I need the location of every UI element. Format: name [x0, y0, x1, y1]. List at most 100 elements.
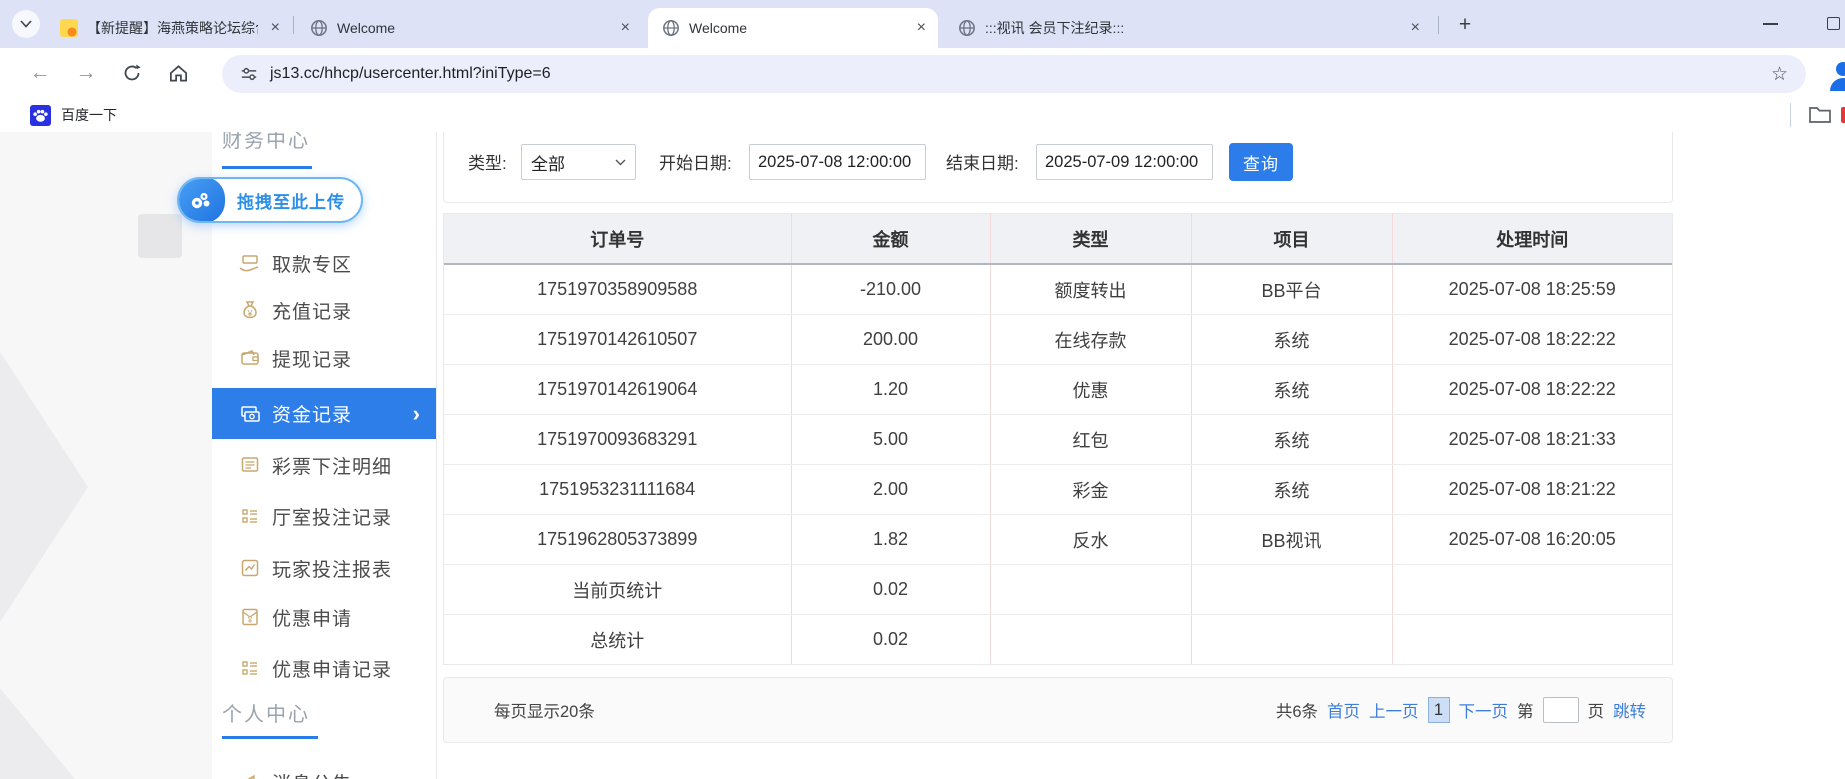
window-maximize-button[interactable]: [1827, 17, 1840, 30]
sidebar-item-player-bet-report[interactable]: 玩家投注报表: [212, 543, 436, 593]
cell-order-no: 1751970093683291: [444, 415, 791, 465]
sidebar-item-hall-bet-records[interactable]: 厅室投注记录: [212, 491, 436, 541]
start-date-input[interactable]: [749, 144, 926, 180]
browser-toolbar: ← → js13.cc/hhcp/usercenter.html?iniType…: [0, 48, 1845, 98]
current-page-badge[interactable]: 1: [1428, 697, 1450, 723]
tab-separator: [1438, 16, 1439, 34]
drag-upload-overlay[interactable]: 拖拽至此上传: [177, 177, 363, 223]
tab-title: Welcome: [337, 20, 395, 36]
home-button[interactable]: [164, 59, 192, 87]
cell-summary-label: 当前页统计: [444, 565, 791, 615]
sidebar-item-promo-apply[interactable]: ¥ 优惠申请: [212, 592, 436, 642]
money-cards-icon: [238, 403, 262, 425]
prev-page-link[interactable]: 上一页: [1369, 698, 1419, 722]
type-label: 类型:: [468, 149, 507, 174]
cell-summary-label: 总统计: [444, 615, 791, 665]
hand-money-icon: [238, 252, 262, 274]
sidebar-item-label: 取款专区: [272, 250, 352, 277]
per-page-label: 每页显示20条: [494, 698, 595, 722]
sidebar-item-withdraw-records[interactable]: 提现记录: [212, 333, 436, 383]
tab-close-icon[interactable]: ×: [271, 20, 280, 36]
sidebar-item-label: 消息公告: [272, 769, 352, 779]
bookmarks-bar: 百度一下: [0, 98, 1845, 133]
start-date-label: 开始日期:: [659, 149, 732, 174]
grid-list-icon: [238, 505, 262, 527]
table-row: 1751970142610507200.00在线存款系统2025-07-08 1…: [444, 315, 1672, 365]
cell-type: 在线存款: [990, 315, 1191, 365]
site-settings-icon[interactable]: [240, 65, 258, 83]
page-suffix-label: 页: [1588, 698, 1605, 722]
cell-time: 2025-07-08 18:22:22: [1392, 315, 1672, 365]
sidebar-item-label: 厅室投注记录: [272, 503, 392, 530]
page-prefix-label: 第: [1517, 698, 1534, 722]
home-icon: [168, 63, 189, 83]
sidebar-item-withdraw-zone[interactable]: 取款专区: [212, 238, 436, 288]
new-tab-button[interactable]: +: [1452, 12, 1478, 38]
table-summary-row: 总统计0.02: [444, 615, 1672, 665]
cell-empty: [1392, 565, 1672, 615]
sidebar-item-promo-apply-records[interactable]: 优惠申请记录: [212, 643, 436, 693]
cell-order-no: 1751962805373899: [444, 515, 791, 565]
cell-type: 额度转出: [990, 264, 1191, 315]
address-bar[interactable]: js13.cc/hhcp/usercenter.html?iniType=6 ☆: [222, 55, 1806, 93]
reload-button[interactable]: [118, 59, 146, 87]
cell-empty: [990, 565, 1191, 615]
window-minimize-button[interactable]: [1763, 23, 1778, 25]
sidebar-item-fund-records[interactable]: 资金记录 ›: [212, 388, 436, 439]
sidebar-item-label: 优惠申请: [272, 604, 352, 631]
first-page-link[interactable]: 首页: [1327, 698, 1360, 722]
megaphone-icon: [238, 771, 262, 779]
tab-search-button[interactable]: [12, 10, 40, 38]
bookmark-favicon-partial[interactable]: [1841, 107, 1845, 123]
chevron-down-icon: [20, 20, 32, 28]
next-page-link[interactable]: 下一页: [1459, 698, 1509, 722]
funds-record-table: 订单号 金额 类型 项目 处理时间 1751970358909588-210.0…: [443, 213, 1673, 665]
bookmark-label: 百度一下: [61, 105, 117, 125]
forward-button[interactable]: →: [72, 59, 100, 87]
page-left-gutter: [0, 132, 212, 779]
tab-welcome-1[interactable]: Welcome ×: [296, 8, 642, 48]
type-select[interactable]: 全部: [521, 144, 636, 180]
cell-time: 2025-07-08 18:25:59: [1392, 264, 1672, 315]
person-icon: [1826, 57, 1845, 91]
column-header-order-no: 订单号: [444, 214, 791, 264]
bookmark-star-icon[interactable]: ☆: [1771, 63, 1788, 86]
jump-link[interactable]: 跳转: [1613, 698, 1646, 722]
tab-title: Welcome: [689, 20, 747, 36]
bookmark-baidu[interactable]: 百度一下: [30, 102, 117, 128]
watermark-triangle: [0, 688, 78, 779]
tab-video-records[interactable]: :::视讯 会员下注纪录::: ×: [944, 8, 1432, 48]
url-text[interactable]: js13.cc/hhcp/usercenter.html?iniType=6: [270, 65, 551, 83]
back-button[interactable]: ←: [26, 59, 54, 87]
sidebar-item-lottery-bet-details[interactable]: 彩票下注明细: [212, 440, 436, 490]
section-underline: [222, 166, 312, 169]
sidebar-item-recharge-records[interactable]: ¥ 充值记录: [212, 285, 436, 335]
sidebar-item-announcements[interactable]: 消息公告: [212, 757, 436, 779]
tab-close-icon[interactable]: ×: [621, 20, 630, 36]
table-row: 17519628053738991.82反水BB视讯2025-07-08 16:…: [444, 515, 1672, 565]
bookmarks-folder-icon[interactable]: [1808, 104, 1832, 124]
baidu-paw-icon: [30, 105, 51, 126]
cell-amount: 1.82: [791, 515, 990, 565]
table-row: 1751970358909588-210.00额度转出BB平台2025-07-0…: [444, 264, 1672, 315]
end-date-input[interactable]: [1036, 144, 1213, 180]
chevron-right-icon: ›: [413, 401, 420, 427]
svg-text:¥: ¥: [247, 616, 253, 625]
sidebar-section-personal: 个人中心: [222, 698, 310, 727]
profile-avatar[interactable]: [1826, 57, 1845, 91]
page-number-input[interactable]: [1543, 697, 1579, 723]
tab-forum[interactable]: 【新提醒】海燕策略论坛综合交 ×: [46, 8, 292, 48]
tab-close-icon[interactable]: ×: [1411, 20, 1420, 36]
tab-close-icon[interactable]: ×: [917, 20, 926, 36]
search-button[interactable]: 查询: [1229, 143, 1293, 181]
cell-project: BB平台: [1191, 264, 1392, 315]
end-date-label: 结束日期:: [946, 149, 1019, 174]
tab-separator: [293, 16, 294, 34]
cell-empty: [1191, 565, 1392, 615]
table-row: 17519701426190641.20优惠系统2025-07-08 18:22…: [444, 365, 1672, 415]
table-row: 17519700936832915.00红包系统2025-07-08 18:21…: [444, 415, 1672, 465]
tab-welcome-active[interactable]: Welcome ×: [648, 8, 938, 48]
sidebar-item-label: 玩家投注报表: [272, 555, 392, 582]
column-header-time: 处理时间: [1392, 214, 1672, 264]
cell-order-no: 1751970358909588: [444, 264, 791, 315]
